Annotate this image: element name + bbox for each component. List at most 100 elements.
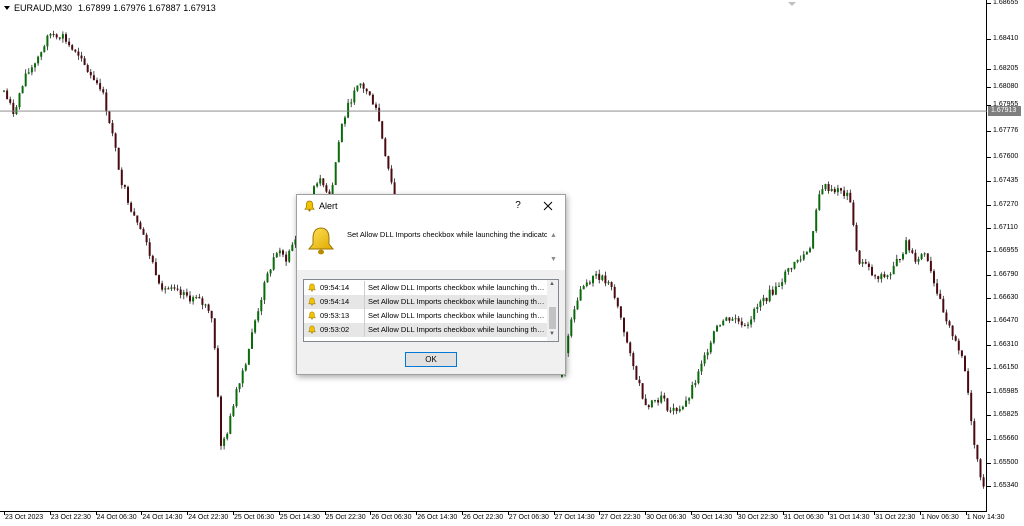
bearish-candle bbox=[83, 58, 86, 66]
help-button[interactable]: ? bbox=[505, 197, 531, 215]
bearish-candle bbox=[161, 283, 164, 290]
bullish-candle bbox=[241, 370, 244, 384]
bullish-candle bbox=[768, 289, 771, 302]
caret-down-icon[interactable] bbox=[4, 6, 10, 10]
bullish-candle bbox=[21, 86, 24, 94]
bullish-candle bbox=[334, 162, 337, 186]
bullish-candle bbox=[886, 275, 889, 278]
bearish-candle bbox=[960, 350, 963, 357]
bullish-candle bbox=[350, 102, 353, 104]
bullish-candle bbox=[27, 72, 30, 74]
alert-history-list[interactable]: 09:54:14 Set Allow DLL Imports checkbox w… bbox=[303, 279, 559, 342]
bullish-candle bbox=[688, 398, 691, 401]
price-axis-tick bbox=[987, 367, 991, 369]
price-axis-label: 1.66790 bbox=[993, 270, 1019, 278]
history-row[interactable]: 09:53:13 Set Allow DLL Imports checkbox w… bbox=[304, 309, 547, 323]
bullish-candle bbox=[49, 34, 52, 36]
bearish-candle bbox=[158, 275, 160, 284]
bearish-candle bbox=[864, 261, 867, 264]
bullish-candle bbox=[595, 273, 598, 276]
bullish-candle bbox=[275, 253, 278, 258]
bell-icon bbox=[308, 311, 316, 320]
bullish-candle bbox=[582, 286, 585, 290]
bearish-candle bbox=[632, 353, 635, 367]
scroll-down-icon[interactable]: ▼ bbox=[549, 331, 555, 337]
bearish-candle bbox=[675, 407, 678, 412]
price-axis-tick bbox=[987, 180, 991, 182]
column-separator bbox=[364, 323, 365, 337]
bullish-candle bbox=[37, 56, 40, 64]
bearish-candle bbox=[647, 405, 650, 408]
bullish-candle bbox=[288, 250, 291, 262]
scrollbar-thumb[interactable] bbox=[549, 307, 556, 329]
list-scrollbar[interactable]: ▲ ▼ bbox=[547, 280, 558, 341]
bearish-candle bbox=[967, 371, 970, 393]
price-axis-tick bbox=[987, 321, 991, 323]
current-price-tag: 1.67913 bbox=[988, 106, 1021, 117]
price-axis-label: 1.68205 bbox=[993, 64, 1019, 72]
bearish-candle bbox=[68, 41, 71, 46]
time-axis-label: 27 Oct 06:30 bbox=[508, 514, 549, 521]
bullish-candle bbox=[46, 35, 49, 47]
bullish-candle bbox=[260, 299, 263, 312]
bearish-candle bbox=[970, 392, 973, 422]
bearish-candle bbox=[99, 83, 102, 90]
bullish-candle bbox=[192, 297, 195, 302]
price-axis[interactable]: 1.68655 1.68410 1.68205 1.68080 1.67955 1.677… bbox=[987, 0, 1024, 512]
bullish-candle bbox=[709, 342, 712, 353]
bearish-candle bbox=[102, 89, 105, 93]
price-axis-tick bbox=[987, 131, 991, 133]
bearish-candle bbox=[133, 211, 136, 216]
time-axis-label: 1 Nov 06:30 bbox=[921, 514, 959, 521]
bearish-candle bbox=[71, 45, 74, 50]
bearish-candle bbox=[89, 71, 92, 76]
bearish-candle bbox=[387, 156, 390, 169]
bearish-candle bbox=[198, 297, 201, 299]
bullish-candle bbox=[756, 307, 759, 309]
ok-button[interactable]: OK bbox=[405, 352, 457, 367]
time-axis-label: 23 Oct 22:30 bbox=[50, 514, 91, 521]
scroll-down-icon[interactable]: ▼ bbox=[550, 256, 557, 263]
scroll-up-icon[interactable]: ▲ bbox=[549, 281, 555, 287]
history-row[interactable]: 09:54:14 Set Allow DLL Imports checkbox w… bbox=[304, 295, 547, 309]
bearish-candle bbox=[173, 287, 176, 289]
close-button[interactable] bbox=[535, 197, 561, 215]
history-row[interactable]: 09:54:14 Set Allow DLL Imports checkbox w… bbox=[304, 281, 547, 295]
bullish-candle bbox=[278, 250, 281, 254]
bearish-candle bbox=[843, 190, 846, 197]
bearish-candle bbox=[145, 234, 148, 243]
bearish-candle bbox=[378, 107, 381, 122]
bearish-candle bbox=[139, 222, 142, 230]
bullish-candle bbox=[195, 297, 198, 299]
bearish-candle bbox=[743, 325, 746, 327]
bearish-candle bbox=[365, 88, 368, 92]
bearish-candle bbox=[898, 258, 901, 260]
scroll-up-icon[interactable]: ▲ bbox=[550, 232, 557, 239]
bearish-candle bbox=[604, 275, 607, 284]
time-axis[interactable]: 23 Oct 2023 23 Oct 22:30 24 Oct 06:30 24 Oc… bbox=[0, 512, 1024, 526]
bullish-candle bbox=[232, 406, 235, 416]
bullish-candle bbox=[824, 184, 827, 190]
price-axis-tick bbox=[987, 462, 991, 464]
bullish-candle bbox=[836, 188, 839, 193]
bearish-candle bbox=[929, 261, 932, 272]
price-axis-tick bbox=[987, 86, 991, 88]
chart-shift-marker-icon[interactable] bbox=[788, 2, 796, 6]
time-axis-label: 1 Nov 14:30 bbox=[966, 514, 1005, 521]
message-panel: Set Allow DLL Imports checkbox while lau… bbox=[297, 218, 565, 270]
column-separator bbox=[364, 281, 365, 295]
bullish-candle bbox=[601, 275, 604, 280]
bearish-candle bbox=[117, 147, 120, 170]
bullish-candle bbox=[291, 244, 294, 251]
time-axis-label: 26 Oct 06:30 bbox=[371, 514, 412, 521]
bearish-candle bbox=[325, 185, 328, 192]
bearish-candle bbox=[142, 229, 145, 235]
bullish-candle bbox=[685, 400, 687, 407]
bullish-candle bbox=[170, 287, 173, 289]
dialog-title-bar[interactable]: Alert ? bbox=[297, 195, 565, 218]
bearish-candle bbox=[908, 240, 911, 251]
history-row[interactable]: 09:53:02 Set Allow DLL Imports checkbox w… bbox=[304, 323, 547, 337]
bearish-candle bbox=[657, 400, 660, 403]
bearish-candle bbox=[936, 283, 939, 294]
price-axis-label: 1.66630 bbox=[993, 293, 1019, 301]
